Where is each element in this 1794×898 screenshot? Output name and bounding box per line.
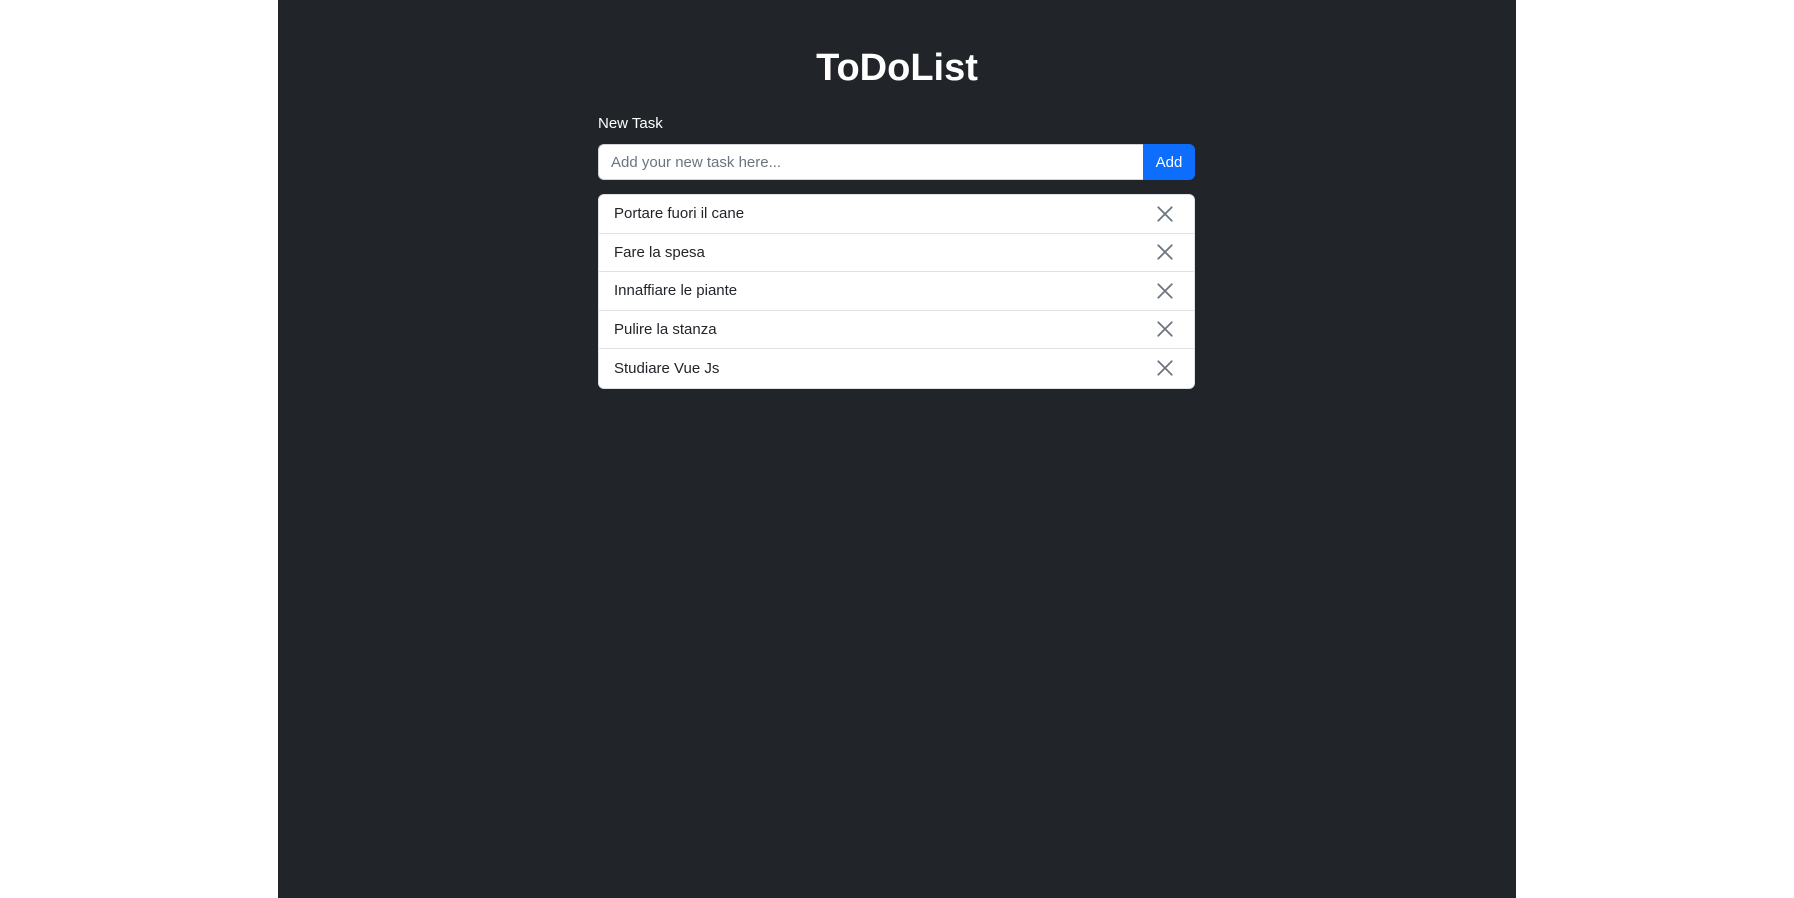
delete-task-button[interactable] [1153,279,1177,303]
task-text: Studiare Vue Js [614,359,720,377]
task-list: Portare fuori il cane Fare la spesa Inna… [598,194,1195,389]
add-button[interactable]: Add [1143,144,1195,180]
delete-task-button[interactable] [1153,240,1177,264]
delete-task-button[interactable] [1153,356,1177,380]
page-title: ToDoList [816,47,978,89]
close-icon [1157,360,1173,376]
input-group: Add [598,144,1195,180]
page: ToDoList New Task Add Portare fuori il c… [0,0,1794,898]
close-icon [1157,244,1173,260]
task-text: Pulire la stanza [614,320,717,338]
new-task-form: New Task Add [598,112,1195,180]
task-text: Innaffiare le piante [614,282,738,300]
task-text: Fare la spesa [614,243,705,261]
close-icon [1157,321,1173,337]
task-item: Portare fuori il cane [599,195,1194,234]
app-container: ToDoList New Task Add Portare fuori il c… [278,0,1516,898]
delete-task-button[interactable] [1153,202,1177,226]
new-task-input[interactable] [598,144,1143,180]
task-item: Studiare Vue Js [599,349,1194,388]
task-item: Pulire la stanza [599,311,1194,349]
close-icon [1157,206,1173,222]
task-item: Innaffiare le piante [599,272,1194,311]
new-task-label: New Task [598,115,663,132]
close-icon [1157,283,1173,299]
task-item: Fare la spesa [599,234,1194,272]
task-text: Portare fuori il cane [614,205,745,223]
delete-task-button[interactable] [1153,317,1177,341]
